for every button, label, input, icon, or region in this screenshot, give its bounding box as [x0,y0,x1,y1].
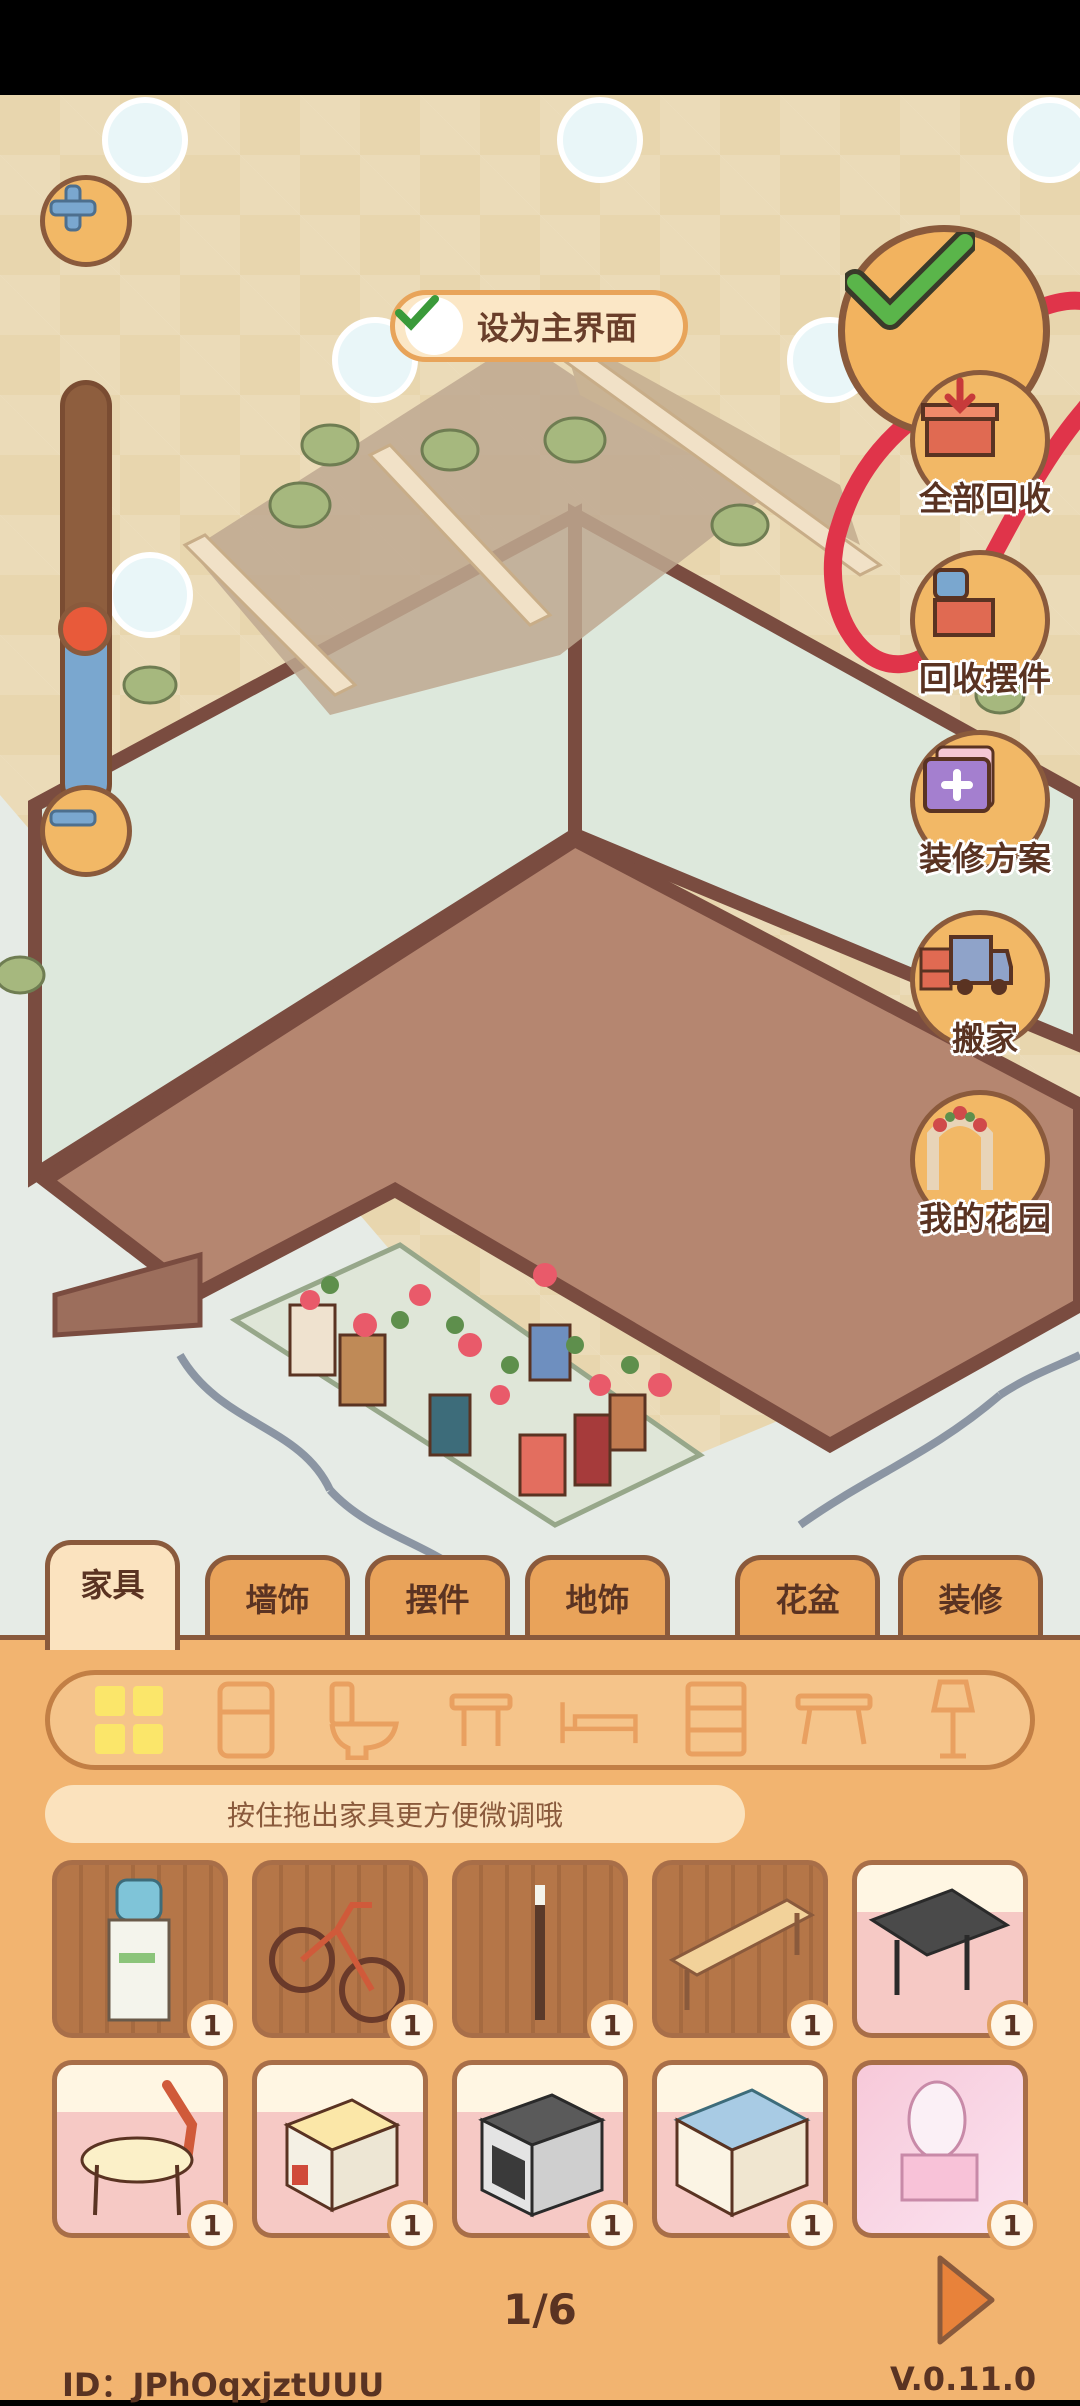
recycle-all-label: 全部回收 [919,479,1051,518]
minus-icon [49,809,97,827]
item-count-badge: 1 [587,2000,637,2050]
zoom-out-button[interactable] [40,785,132,877]
status-bar [0,0,1080,95]
tab-renovation-label: 装修 [938,1581,1003,1619]
tab-flower-pots-label: 花盆 [775,1581,840,1619]
box-recycle-icon [921,377,999,457]
room-scene[interactable]: 设为主界面 全部回收 回收摆件 装修方案 搬家 我的花园 [0,95,1080,1655]
stool-icon[interactable] [441,1680,521,1760]
checkmark-icon [395,295,463,355]
tab-furniture-label: 家具 [80,1566,145,1604]
inventory-panel: 按住拖出家具更方便微调哦 1 1 1 1 1 1 1 1 1 1 1/6 ID：… [0,1635,1080,2404]
triangle-right-icon [937,2255,995,2345]
item-count-badge: 1 [787,2000,837,2050]
cabinet-icon[interactable] [676,1680,756,1760]
next-page-button[interactable] [930,2250,1000,2350]
zoom-slider-track[interactable] [60,380,112,810]
garden-arch-icon [927,1106,993,1190]
move-house-label: 搬家 [952,1019,1018,1058]
my-garden-button[interactable]: 我的花园 [900,1090,1080,1255]
move-house-button[interactable]: 搬家 [900,910,1080,1075]
item-count-badge: 1 [987,2200,1037,2250]
zoom-slider-handle[interactable] [58,602,112,657]
moving-truck-icon [919,935,1013,995]
decoration-plan-button[interactable]: 装修方案 [900,730,1080,895]
lamp-icon[interactable] [911,1679,991,1760]
plus-icon [49,184,97,232]
item-count-badge: 1 [787,2200,837,2250]
fridge-icon[interactable] [206,1680,286,1760]
set-as-main-label: 设为主界面 [477,309,638,347]
item-count-badge: 1 [987,2000,1037,2050]
tab-floor-decor[interactable]: 地饰 [525,1555,670,1645]
tab-ornaments[interactable]: 摆件 [365,1555,510,1645]
tab-floor-decor-label: 地饰 [565,1581,630,1619]
item-count-badge: 1 [187,2000,237,2050]
drag-hint: 按住拖出家具更方便微调哦 [45,1785,745,1843]
zoom-in-button[interactable] [40,175,132,267]
tab-furniture[interactable]: 家具 [45,1540,180,1650]
table-icon[interactable] [794,1680,874,1760]
category-bar [45,1670,1035,1770]
tab-wall-decor-label: 墙饰 [245,1581,310,1619]
tab-renovation[interactable]: 装修 [898,1555,1043,1645]
recycle-ornaments-button[interactable]: 回收摆件 [900,550,1080,715]
item-count-badge: 1 [387,2200,437,2250]
item-count-badge: 1 [387,2000,437,2050]
my-garden-label: 我的花园 [919,1199,1051,1238]
tab-flower-pots[interactable]: 花盆 [735,1555,880,1645]
kettle-box-icon [933,568,995,637]
grid-all-icon[interactable] [89,1680,169,1760]
decoration-plan-label: 装修方案 [919,839,1051,878]
version-label: V.0.11.0 [890,2360,1037,2398]
item-count-badge: 1 [187,2200,237,2250]
plan-folder-icon [923,745,995,813]
checkmark-icon [845,232,975,330]
item-count-badge: 1 [587,2200,637,2250]
bed-icon[interactable] [559,1680,639,1760]
tab-wall-decor[interactable]: 墙饰 [205,1555,350,1645]
page-indicator: 1/6 [503,2285,577,2334]
tab-ornaments-label: 摆件 [405,1581,470,1619]
recycle-all-button[interactable]: 全部回收 [900,370,1080,535]
toilet-icon[interactable] [324,1680,404,1760]
set-as-main-toggle[interactable]: 设为主界面 [390,290,688,362]
user-id: ID：JPhOqxjztUUU [62,2366,385,2404]
recycle-ornaments-label: 回收摆件 [919,659,1051,698]
